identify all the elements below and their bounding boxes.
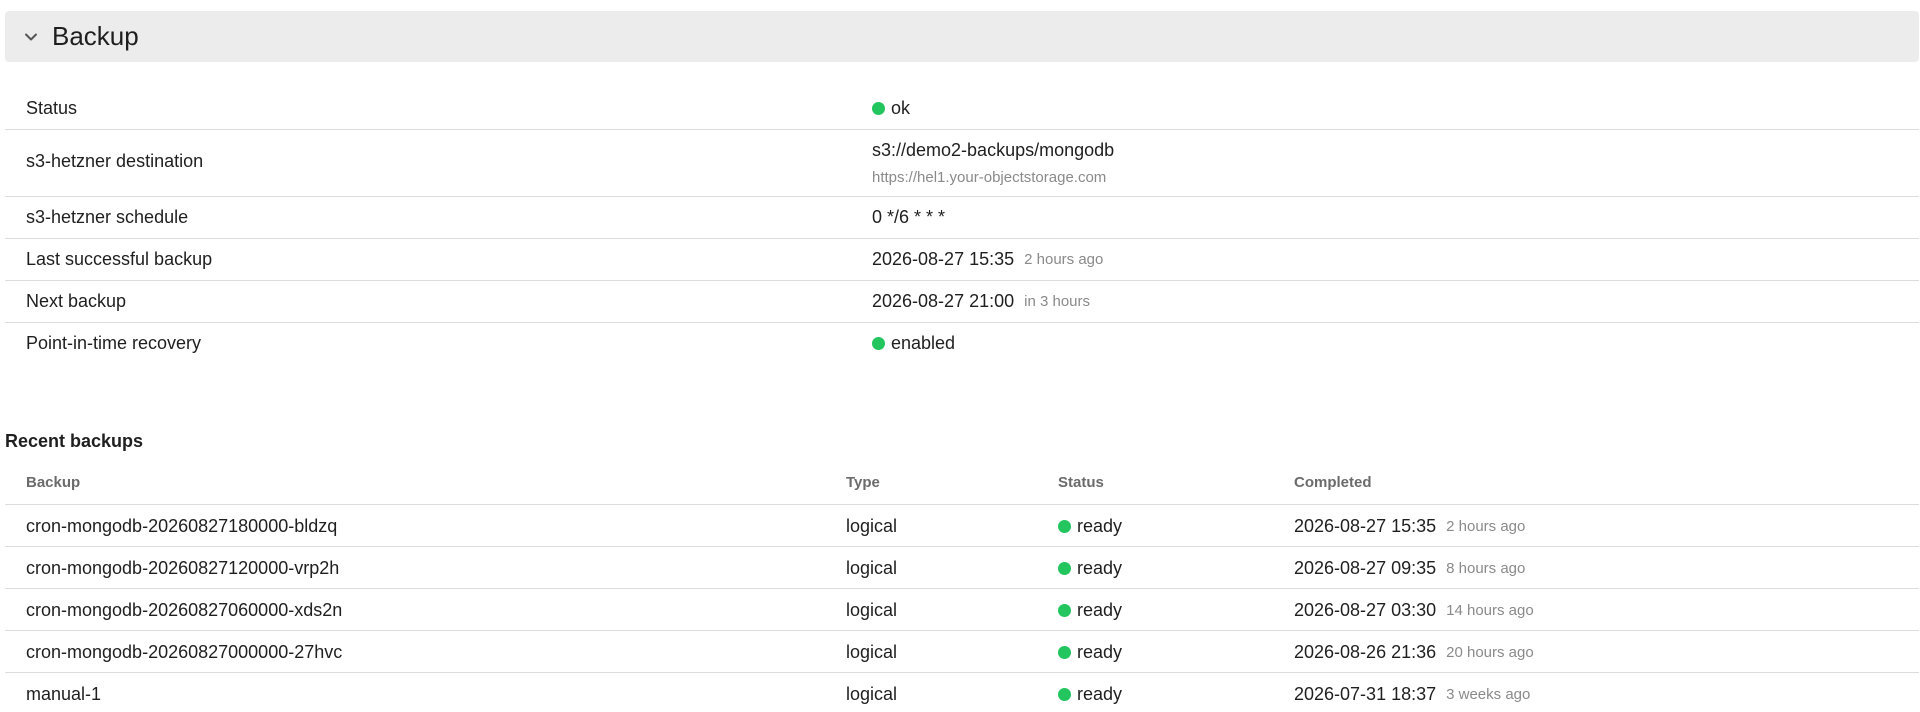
schedule-value: 0 */6 * * * bbox=[872, 207, 946, 227]
backup-type: logical bbox=[846, 642, 898, 662]
backup-status-label: ready bbox=[1077, 684, 1123, 704]
table-row[interactable]: cron-mongodb-20260827000000-27hvc logica… bbox=[5, 631, 1919, 673]
table-row[interactable]: cron-mongodb-20260827180000-bldzq logica… bbox=[5, 505, 1919, 547]
detail-label-pitr: Point-in-time recovery bbox=[26, 333, 202, 353]
status-dot-icon bbox=[1058, 604, 1071, 617]
last-backup-relative: 2 hours ago bbox=[1024, 251, 1104, 268]
backup-status: ready bbox=[1058, 684, 1122, 705]
backup-page: Backup Status ok s3-hetzner destination … bbox=[0, 0, 1920, 712]
detail-row-schedule: s3-hetzner schedule 0 */6 * * * bbox=[5, 197, 1919, 239]
detail-label-last-backup: Last successful backup bbox=[26, 249, 213, 269]
table-row[interactable]: cron-mongodb-20260827060000-xds2n logica… bbox=[5, 589, 1919, 631]
backup-completed-time: 2026-08-27 03:30 bbox=[1294, 600, 1437, 620]
backup-status-label: ready bbox=[1077, 516, 1123, 536]
detail-row-next-backup: Next backup 2026-08-27 21:00 in 3 hours bbox=[5, 281, 1919, 323]
detail-label-status: Status bbox=[26, 98, 78, 118]
pitr-value: enabled bbox=[891, 333, 956, 353]
backup-completed-relative: 2 hours ago bbox=[1446, 518, 1526, 535]
column-header-backup[interactable]: Backup bbox=[26, 474, 80, 491]
status-value: ok bbox=[891, 98, 911, 118]
last-backup-time: 2026-08-27 15:35 bbox=[872, 249, 1015, 269]
column-header-type[interactable]: Type bbox=[846, 474, 880, 491]
backup-name: cron-mongodb-20260827000000-27hvc bbox=[26, 642, 343, 662]
backup-status: ready bbox=[1058, 516, 1122, 537]
recent-backups-table: Backup Type Status Completed cron-mongod… bbox=[5, 462, 1919, 712]
detail-row-destination: s3-hetzner destination s3://demo2-backup… bbox=[5, 130, 1919, 197]
detail-row-status: Status ok bbox=[5, 88, 1919, 130]
next-backup-relative: in 3 hours bbox=[1024, 293, 1090, 310]
table-row[interactable]: cron-mongodb-20260827120000-vrp2h logica… bbox=[5, 547, 1919, 589]
destination-value: s3://demo2-backups/mongodb bbox=[872, 140, 1115, 160]
detail-row-last-backup: Last successful backup 2026-08-27 15:35 … bbox=[5, 239, 1919, 281]
table-header: Backup Type Status Completed bbox=[5, 462, 1919, 505]
status-dot-icon bbox=[1058, 520, 1071, 533]
detail-value-status: ok bbox=[872, 98, 910, 119]
backup-name: cron-mongodb-20260827180000-bldzq bbox=[26, 516, 338, 536]
backup-type: logical bbox=[846, 600, 898, 620]
backup-completed: 2026-08-27 15:35 2 hours ago bbox=[1294, 516, 1525, 537]
status-dot-icon bbox=[1058, 646, 1071, 659]
backup-type: logical bbox=[846, 684, 898, 704]
backup-status-label: ready bbox=[1077, 600, 1123, 620]
backup-type: logical bbox=[846, 558, 898, 578]
table-row[interactable]: manual-1 logical ready 2026-07-31 18:37 … bbox=[5, 673, 1919, 712]
backup-completed: 2026-08-27 03:30 14 hours ago bbox=[1294, 600, 1534, 621]
next-backup-time: 2026-08-27 21:00 bbox=[872, 291, 1015, 311]
backup-completed-relative: 3 weeks ago bbox=[1446, 686, 1531, 703]
status-dot-icon bbox=[872, 102, 885, 115]
backup-status-label: ready bbox=[1077, 642, 1123, 662]
backup-name: cron-mongodb-20260827120000-vrp2h bbox=[26, 558, 340, 578]
section-title: Backup bbox=[52, 21, 139, 51]
detail-row-pitr: Point-in-time recovery enabled bbox=[5, 323, 1919, 364]
detail-value-next-backup: 2026-08-27 21:00 in 3 hours bbox=[872, 291, 1090, 312]
status-dot-icon bbox=[1058, 688, 1071, 701]
backup-completed-relative: 8 hours ago bbox=[1446, 560, 1526, 577]
backup-status: ready bbox=[1058, 600, 1122, 621]
chevron-down-icon[interactable] bbox=[24, 30, 38, 44]
destination-url: https://hel1.your-objectstorage.com bbox=[872, 169, 1107, 186]
backup-status: ready bbox=[1058, 558, 1122, 579]
backup-details: Status ok s3-hetzner destination s3://de… bbox=[5, 88, 1919, 364]
column-header-completed[interactable]: Completed bbox=[1294, 474, 1372, 491]
backup-completed: 2026-08-26 21:36 20 hours ago bbox=[1294, 642, 1534, 663]
backup-completed-relative: 14 hours ago bbox=[1446, 602, 1534, 619]
backup-completed: 2026-07-31 18:37 3 weeks ago bbox=[1294, 684, 1530, 705]
backup-status: ready bbox=[1058, 642, 1122, 663]
backup-completed-relative: 20 hours ago bbox=[1446, 644, 1534, 661]
backup-completed-time: 2026-08-26 21:36 bbox=[1294, 642, 1437, 662]
backup-completed-time: 2026-07-31 18:37 bbox=[1294, 684, 1437, 704]
detail-label-next-backup: Next backup bbox=[26, 291, 127, 311]
column-header-status[interactable]: Status bbox=[1058, 474, 1104, 491]
backup-name: cron-mongodb-20260827060000-xds2n bbox=[26, 600, 343, 620]
backup-completed-time: 2026-08-27 09:35 bbox=[1294, 558, 1437, 578]
detail-label-schedule: s3-hetzner schedule bbox=[26, 207, 189, 227]
backup-type: logical bbox=[846, 516, 898, 536]
pitr-status-dot-icon bbox=[872, 337, 885, 350]
backup-section-header[interactable]: Backup bbox=[5, 11, 1919, 62]
status-dot-icon bbox=[1058, 562, 1071, 575]
backup-name: manual-1 bbox=[26, 684, 102, 704]
backup-status-label: ready bbox=[1077, 558, 1123, 578]
detail-value-pitr: enabled bbox=[872, 333, 955, 354]
detail-label-destination: s3-hetzner destination bbox=[26, 151, 204, 171]
backup-completed: 2026-08-27 09:35 8 hours ago bbox=[1294, 558, 1525, 579]
recent-backups-title: Recent backups bbox=[5, 431, 144, 451]
backup-completed-time: 2026-08-27 15:35 bbox=[1294, 516, 1437, 536]
detail-value-last-backup: 2026-08-27 15:35 2 hours ago bbox=[872, 249, 1103, 270]
